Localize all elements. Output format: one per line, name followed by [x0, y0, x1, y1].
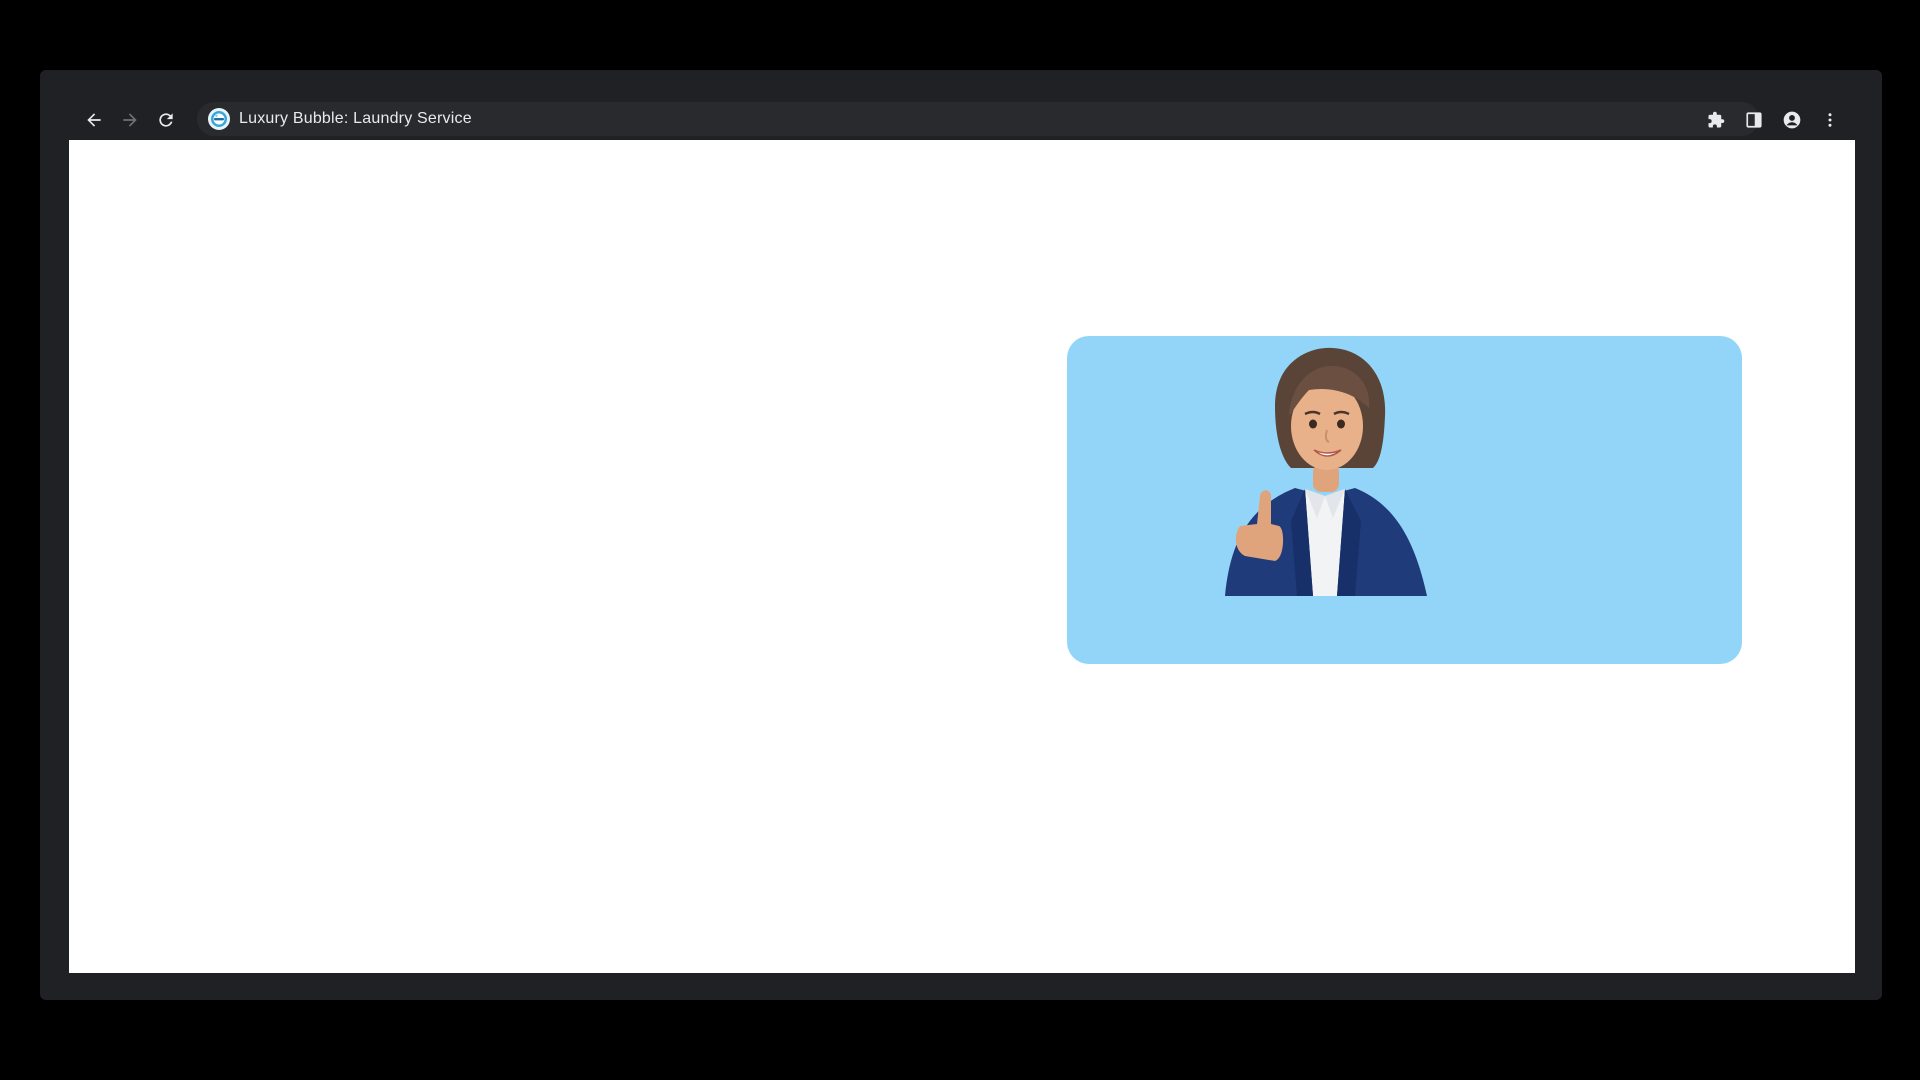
page-viewport	[69, 140, 1855, 973]
back-button[interactable]	[79, 105, 109, 135]
browser-toolbar: Luxury Bubble: Laundry Service	[69, 100, 1855, 140]
kebab-menu-icon	[1828, 113, 1832, 127]
profile-button[interactable]	[1777, 105, 1807, 135]
bubble-logo-icon	[208, 108, 230, 130]
side-panel-icon	[1746, 112, 1762, 128]
forward-button[interactable]	[115, 105, 145, 135]
reload-button[interactable]	[151, 105, 181, 135]
hero-card	[1067, 336, 1742, 664]
menu-button[interactable]	[1815, 105, 1845, 135]
side-panel-button[interactable]	[1739, 105, 1769, 135]
extensions-button[interactable]	[1701, 105, 1731, 135]
forward-arrow-icon	[123, 113, 137, 127]
toolbar-actions	[1693, 100, 1845, 140]
businesswoman-thumbs-up-avatar	[1225, 347, 1427, 596]
profile-icon	[1783, 111, 1801, 129]
address-bar[interactable]: Luxury Bubble: Laundry Service	[197, 102, 1759, 136]
page-title: Luxury Bubble: Laundry Service	[239, 110, 472, 127]
extensions-puzzle-icon	[1708, 111, 1725, 128]
back-arrow-icon	[87, 113, 101, 127]
reload-icon	[159, 113, 173, 127]
